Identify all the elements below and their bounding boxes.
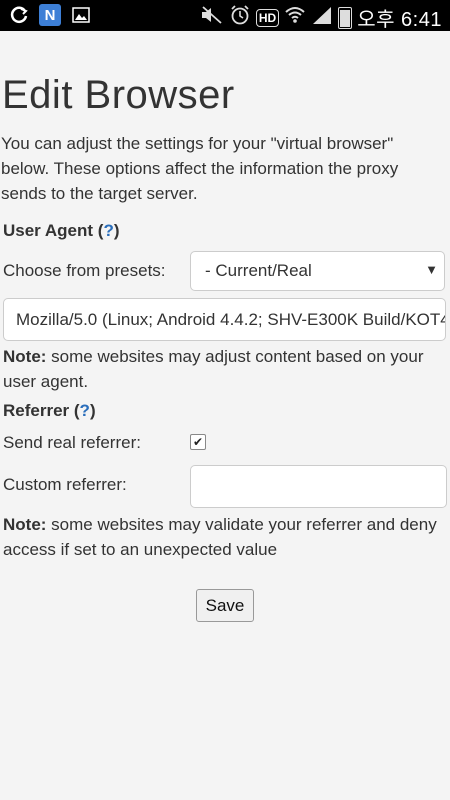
signal-icon (311, 5, 333, 31)
image-icon (70, 4, 92, 26)
referrer-help-link[interactable]: ? (80, 401, 90, 420)
send-real-referrer-checkbox[interactable]: ✔ (190, 434, 206, 450)
send-real-referrer-label: Send real referrer: (3, 433, 141, 452)
intro-text: You can adjust the settings for your "vi… (1, 134, 399, 203)
mute-icon (200, 5, 224, 31)
presets-select-value: - Current/Real (205, 261, 312, 280)
clock: 오후 6:41 (357, 9, 442, 31)
note-text: some websites may validate your referrer… (3, 515, 437, 559)
presets-label: Choose from presets: (3, 261, 166, 280)
referrer-heading: Referrer (?) (3, 401, 96, 420)
note-text: some websites may adjust content based o… (3, 347, 424, 391)
hd-icon: HD (255, 8, 280, 27)
user-agent-heading-label: User Agent (3, 221, 94, 240)
n-app-icon: N (39, 4, 61, 26)
referrer-heading-label: Referrer (3, 401, 70, 420)
checkmark-icon: ✔ (192, 435, 204, 449)
save-button[interactable]: Save (196, 589, 254, 622)
note-label: Note: (3, 347, 47, 366)
battery-icon (338, 6, 353, 29)
alarm-icon (229, 4, 251, 32)
user-agent-heading: User Agent (?) (3, 221, 120, 240)
dropdown-arrow-icon: ▼ (425, 262, 438, 277)
note-label: Note: (3, 515, 47, 534)
o-app-icon (8, 4, 30, 26)
system-icons: HD 오후 6:41 (200, 3, 442, 32)
user-agent-input[interactable]: Mozilla/5.0 (Linux; Android 4.4.2; SHV-E… (3, 298, 446, 341)
custom-referrer-label: Custom referrer: (3, 475, 127, 494)
presets-select[interactable]: - Current/Real ▼ (190, 251, 445, 291)
user-agent-note: Note: some websites may adjust content b… (3, 344, 443, 394)
referrer-note: Note: some websites may validate your re… (3, 512, 443, 562)
status-bar: N HD 오후 6:41 (0, 0, 450, 31)
page-title: Edit Browser (2, 73, 235, 117)
wifi-icon (284, 5, 306, 31)
user-agent-help-link[interactable]: ? (103, 221, 113, 240)
custom-referrer-input[interactable] (190, 465, 447, 508)
notification-icons: N (8, 4, 92, 26)
